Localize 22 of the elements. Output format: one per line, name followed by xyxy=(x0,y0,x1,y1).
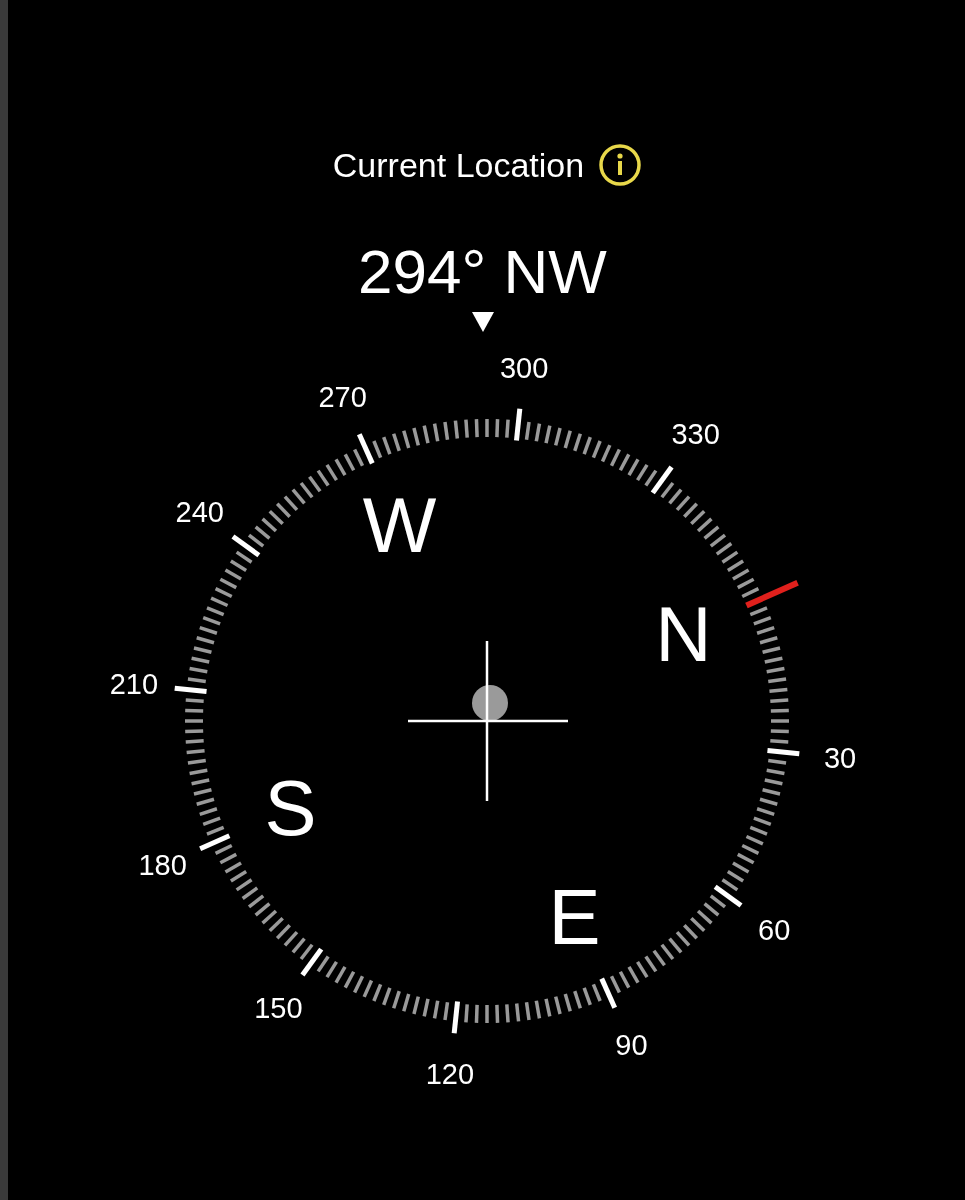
degree-label: 60 xyxy=(758,913,791,946)
north-marker xyxy=(745,579,799,609)
degree-label: 120 xyxy=(425,1058,475,1091)
location-title: Current Location xyxy=(332,145,585,186)
degree-label: 240 xyxy=(175,496,224,529)
degree-label: 30 xyxy=(823,742,857,775)
heading-readout: 294° NW xyxy=(358,236,607,308)
pointer-icon xyxy=(471,312,494,332)
degree-label: 90 xyxy=(615,1029,648,1062)
cardinal-label: E xyxy=(548,873,601,962)
cardinal-label: N xyxy=(655,589,712,678)
degree-label: 330 xyxy=(671,417,720,450)
cardinal-label: W xyxy=(362,480,437,569)
degree-label: 180 xyxy=(138,849,187,882)
crosshair-icon xyxy=(408,641,568,801)
degree-label: 210 xyxy=(109,667,159,700)
cardinal-label: S xyxy=(264,764,317,853)
level-bubble xyxy=(472,685,508,721)
degree-label: 150 xyxy=(254,992,303,1025)
info-icon[interactable] xyxy=(598,143,643,187)
degree-label: 300 xyxy=(499,351,549,384)
degree-label: 270 xyxy=(318,380,367,413)
